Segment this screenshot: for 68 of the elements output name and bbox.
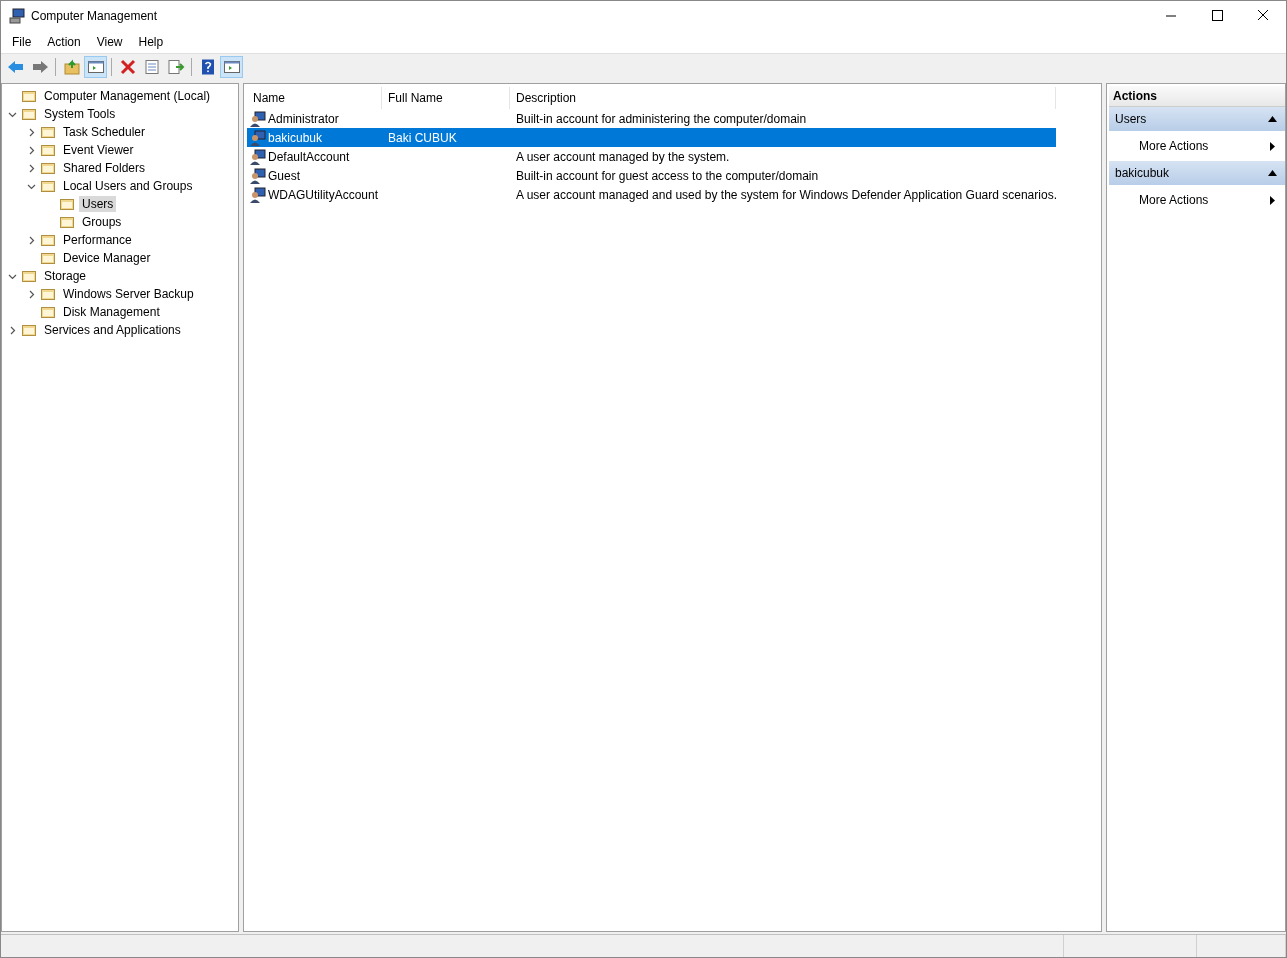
pane-toggle-icon[interactable] [220, 55, 243, 78]
tree-item[interactable]: Device Manager [60, 250, 154, 266]
user-row[interactable]: Guest Built-in account for guest access to the computer/domain [247, 166, 1056, 185]
table-cell: bakicubuk [268, 130, 323, 145]
tree-item[interactable]: Storage [41, 268, 90, 284]
tree-node-icon [21, 322, 37, 338]
tree-node-icon [59, 214, 75, 230]
user-row[interactable]: DefaultAccount A user account managed by the system. [247, 147, 1056, 166]
tree-node-icon [40, 286, 56, 302]
menu-item[interactable]: Help [130, 35, 172, 49]
tree-item[interactable]: Groups [79, 214, 125, 230]
tree-node-icon [40, 178, 56, 194]
submenu-arrow-icon [1270, 141, 1275, 151]
column-header[interactable]: Full Name [382, 87, 510, 109]
tree-node-icon [21, 88, 37, 104]
pane-toggle-icon[interactable] [84, 55, 107, 78]
table-cell: Baki CUBUK [388, 130, 457, 145]
user-icon [250, 167, 266, 184]
tree-node-icon [40, 160, 56, 176]
submenu-arrow-icon [1270, 195, 1275, 205]
tree-node-icon [40, 304, 56, 320]
action-section-header[interactable]: bakicubuk [1109, 161, 1285, 185]
tree-item[interactable]: Performance [60, 232, 135, 248]
tree-node-icon [59, 196, 75, 212]
tree-item[interactable]: System Tools [41, 106, 119, 122]
table-cell: A user account managed by the system. [516, 149, 730, 164]
column-header[interactable]: Name [247, 87, 382, 109]
tree-item[interactable]: Computer Management (Local) [41, 88, 214, 104]
table-cell: Administrator [268, 111, 339, 126]
menu-item[interactable]: View [88, 35, 131, 49]
tree-node-icon [40, 232, 56, 248]
window-title: Computer Management [31, 9, 159, 23]
menu-item[interactable]: Action [39, 35, 89, 49]
tree-node-icon [40, 124, 56, 140]
user-row[interactable]: WDAGUtilityAccount A user account managed and used by the system for Windows Defender Application Guard scenarios. [247, 185, 1057, 204]
actions-title: Actions [1109, 86, 1285, 107]
user-icon [250, 110, 266, 127]
collapse-up-icon [1268, 170, 1277, 176]
table-cell: DefaultAccount [268, 149, 350, 164]
action-section-header[interactable]: Users [1109, 107, 1285, 131]
menu-item[interactable]: File [4, 35, 40, 49]
tree-item[interactable]: Disk Management [60, 304, 163, 320]
user-row[interactable]: Administrator Built-in account for administering the computer/domain [247, 109, 1056, 128]
table-cell: Built-in account for guest access to the computer/domain [516, 168, 819, 183]
user-icon [250, 129, 266, 146]
table-cell: Guest [268, 168, 300, 183]
table-cell: Built-in account for administering the computer/domain [516, 111, 807, 126]
user-icon [250, 148, 266, 165]
action-item[interactable]: More Actions [1109, 185, 1285, 215]
collapse-up-icon [1268, 116, 1277, 122]
computer-icon [9, 8, 25, 24]
column-header[interactable]: Description [510, 87, 1056, 109]
tree-item[interactable]: Shared Folders [60, 160, 149, 176]
tree-item[interactable]: Task Scheduler [60, 124, 149, 140]
tree-node-icon [21, 106, 37, 122]
tree-item[interactable]: Event Viewer [60, 142, 137, 158]
user-row[interactable]: bakicubuk Baki CUBUK [247, 128, 1056, 147]
tree-node-icon [21, 268, 37, 284]
action-item[interactable]: More Actions [1109, 131, 1285, 161]
tree-item[interactable]: Services and Applications [41, 322, 184, 338]
user-icon [250, 186, 266, 203]
tree-node-icon [40, 142, 56, 158]
tree-node-icon [40, 250, 56, 266]
tree-item[interactable]: Local Users and Groups [60, 178, 196, 194]
table-cell: A user account managed and used by the system for Windows Defender Application Guard scenarios. [516, 187, 1057, 202]
tree-item[interactable]: Users [79, 196, 117, 212]
table-cell: WDAGUtilityAccount [268, 187, 379, 202]
tree-item[interactable]: Windows Server Backup [60, 286, 197, 302]
